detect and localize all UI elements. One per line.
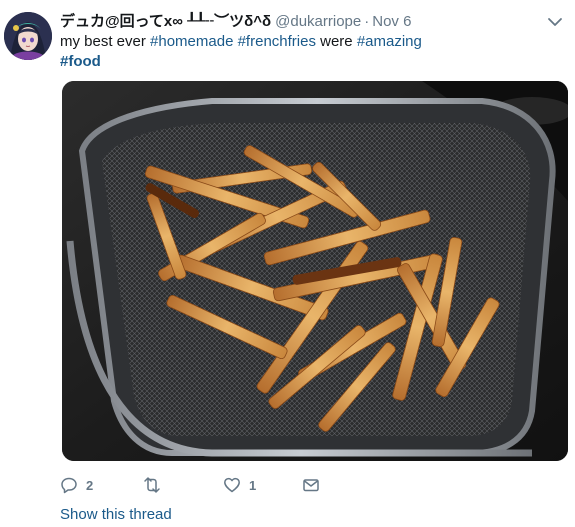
tweet[interactable]: デュカ@回ってx∞ ┸┸╌︶ツδ^δ @dukarriope · Nov 6 my b…	[0, 0, 575, 527]
display-name[interactable]: デュカ@回ってx∞ ┸┸╌︶ツδ^δ	[60, 13, 271, 30]
hashtag-frenchfries[interactable]: #frenchfries	[238, 33, 316, 50]
french-fries-photo-icon	[62, 81, 568, 461]
avatar[interactable]	[4, 12, 52, 60]
like-count: 1	[249, 477, 257, 493]
show-thread-link[interactable]: Show this thread	[60, 506, 172, 523]
heart-icon	[224, 477, 240, 493]
reply-count: 2	[86, 477, 94, 493]
hashtag-amazing[interactable]: #amazing	[357, 33, 422, 50]
hashtag-homemade[interactable]: #homemade	[150, 33, 233, 50]
tweet-text: my best ever #homemade #frenchfries were…	[60, 32, 560, 72]
tweet-text-prefix: my best ever	[60, 33, 151, 50]
tweet-text-middle: were	[315, 33, 357, 50]
more-options-chevron-down-icon[interactable]	[545, 12, 565, 32]
direct-message-button[interactable]	[302, 474, 320, 496]
retweet-icon	[144, 477, 160, 493]
tweet-timestamp[interactable]: Nov 6	[372, 13, 411, 30]
avatar-illustration-icon	[4, 12, 52, 60]
envelope-icon	[303, 479, 319, 492]
like-button[interactable]: 1	[223, 474, 256, 496]
reply-button[interactable]: 2	[60, 474, 93, 496]
tweet-photo[interactable]	[62, 81, 568, 461]
hashtag-food[interactable]: #food	[60, 53, 101, 70]
separator-dot: ·	[364, 13, 370, 30]
reply-icon	[61, 477, 77, 494]
retweet-button[interactable]	[142, 474, 170, 496]
user-handle[interactable]: @dukarriope	[275, 13, 361, 30]
tweet-header: デュカ@回ってx∞ ┸┸╌︶ツδ^δ @dukarriope · Nov 6	[60, 11, 535, 33]
tweet-actions: 2 1	[60, 474, 360, 496]
